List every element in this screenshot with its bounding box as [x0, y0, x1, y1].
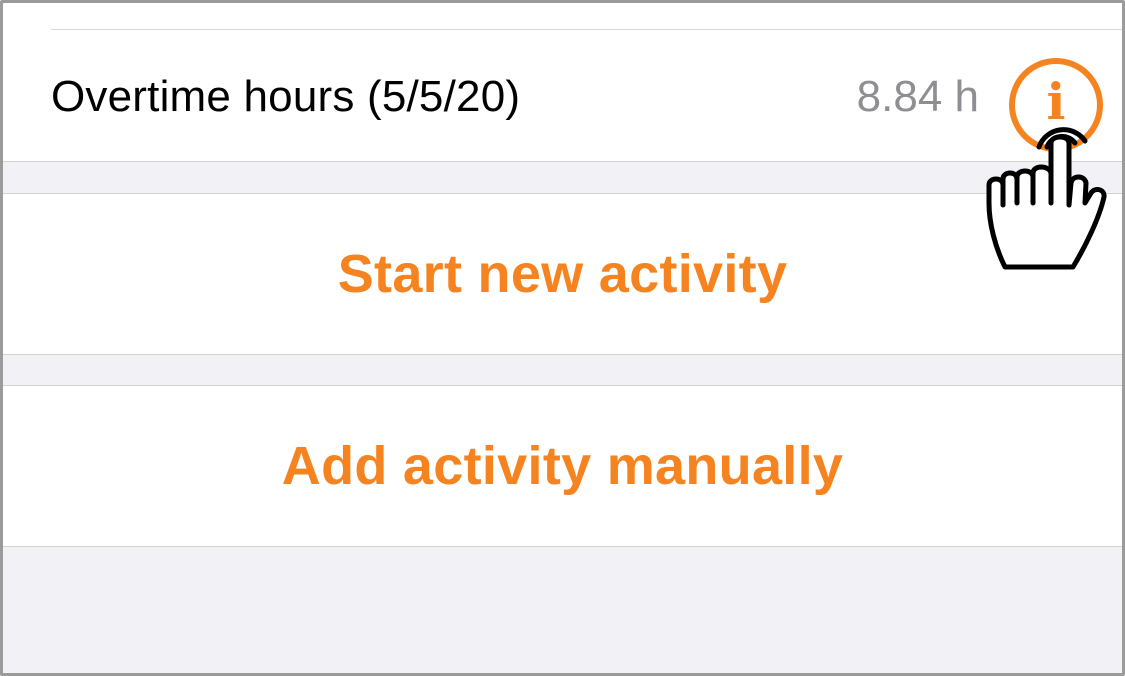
start-new-activity-label: Start new activity — [337, 244, 788, 304]
screen-frame: Overtime hours (5/5/20) 8.84 h i Start n… — [0, 0, 1125, 676]
info-circle-icon: i — [1046, 72, 1066, 131]
overtime-value: 8.84 h — [856, 72, 979, 121]
info-button[interactable]: i — [1009, 58, 1103, 152]
start-new-activity-button[interactable]: Start new activity — [3, 193, 1122, 355]
overtime-label: Overtime hours (5/5/20) — [51, 72, 521, 121]
overtime-row: Overtime hours (5/5/20) 8.84 h i — [3, 30, 1122, 162]
add-activity-manually-button[interactable]: Add activity manually — [3, 385, 1122, 547]
previous-row-edge — [3, 3, 1122, 30]
add-activity-manually-label: Add activity manually — [281, 436, 844, 496]
